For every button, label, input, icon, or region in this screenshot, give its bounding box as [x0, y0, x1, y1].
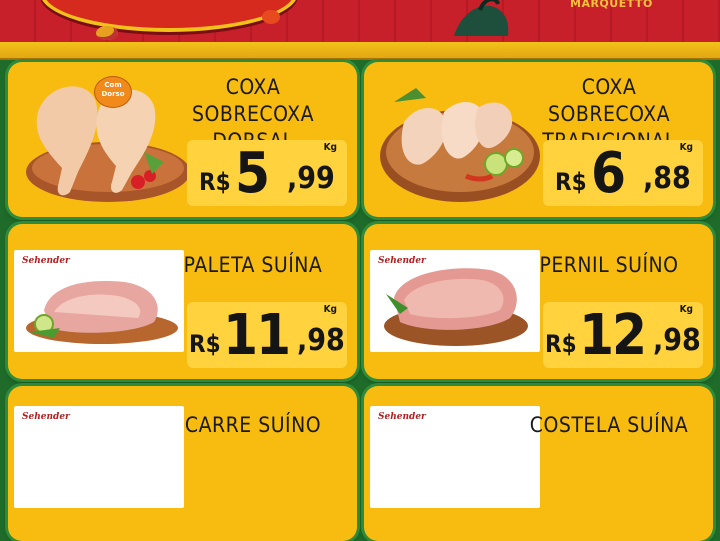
sehender-logo: Sehender — [22, 412, 70, 422]
banner-yellow-strip — [0, 42, 720, 60]
product-card-coxa-dorsal[interactable]: Com Dorso COXA SOBRECOXA DORSAL R$ 5 ,99… — [8, 62, 357, 217]
price-integer: 12 — [579, 303, 647, 368]
product-photo: Sehender — [370, 406, 540, 508]
product-card-coxa-tradicional[interactable]: COXA SOBRECOXA TRADICIONAL R$ 6 ,88 Kg — [364, 62, 713, 217]
price-integer: 6 — [591, 141, 626, 206]
pepper-icon — [262, 10, 280, 24]
sehender-logo: Sehender — [378, 412, 426, 422]
price-currency: R$ — [545, 330, 577, 358]
price-unit: Kg — [679, 142, 693, 153]
store-brand: MARQUETTO — [570, 0, 653, 10]
sehender-logo: Sehender — [378, 256, 426, 266]
product-title: COSTELA SUÍNA — [529, 413, 689, 437]
banner-plate-graphic — [40, 0, 298, 32]
price-decimals: ,98 — [653, 323, 701, 358]
price-currency: R$ — [189, 330, 221, 358]
price-box: R$ 12 ,98 Kg — [543, 302, 703, 368]
price-integer: 5 — [235, 141, 270, 206]
price-decimals: ,99 — [287, 161, 335, 196]
price-integer: 11 — [223, 303, 291, 368]
product-photo: Sehender — [14, 250, 184, 352]
com-dorso-badge: Com Dorso — [94, 76, 132, 108]
product-title: PERNIL SUÍNO — [539, 253, 679, 277]
top-banner: MARQUETTO — [0, 0, 720, 42]
product-card-costela-suina[interactable]: Sehender COSTELA SUÍNA — [364, 386, 713, 541]
product-card-pernil-suino[interactable]: Sehender PERNIL SUÍNO R$ 12 ,98 Kg — [364, 224, 713, 379]
product-title: PALETA SUÍNA — [183, 253, 323, 277]
price-decimals: ,98 — [297, 323, 345, 358]
pepper-icon — [96, 26, 118, 40]
price-box: R$ 6 ,88 Kg — [543, 140, 703, 206]
price-box: R$ 11 ,98 Kg — [187, 302, 347, 368]
price-unit: Kg — [679, 304, 693, 315]
product-photo: Sehender — [370, 250, 540, 352]
product-card-carre-suino[interactable]: Sehender CARRE SUÍNO — [8, 386, 357, 541]
price-decimals: ,88 — [643, 161, 691, 196]
price-currency: R$ — [555, 168, 587, 196]
price-unit: Kg — [323, 142, 337, 153]
product-photo: Sehender — [14, 406, 184, 508]
price-box: R$ 5 ,99 Kg — [187, 140, 347, 206]
price-unit: Kg — [323, 304, 337, 315]
product-title: CARRE SUÍNO — [184, 413, 322, 437]
price-currency: R$ — [199, 168, 231, 196]
sehender-logo: Sehender — [22, 256, 70, 266]
product-card-paleta-suina[interactable]: Sehender PALETA SUÍNA R$ 11 ,98 Kg — [8, 224, 357, 379]
rooster-figure-graphic — [454, 0, 509, 36]
